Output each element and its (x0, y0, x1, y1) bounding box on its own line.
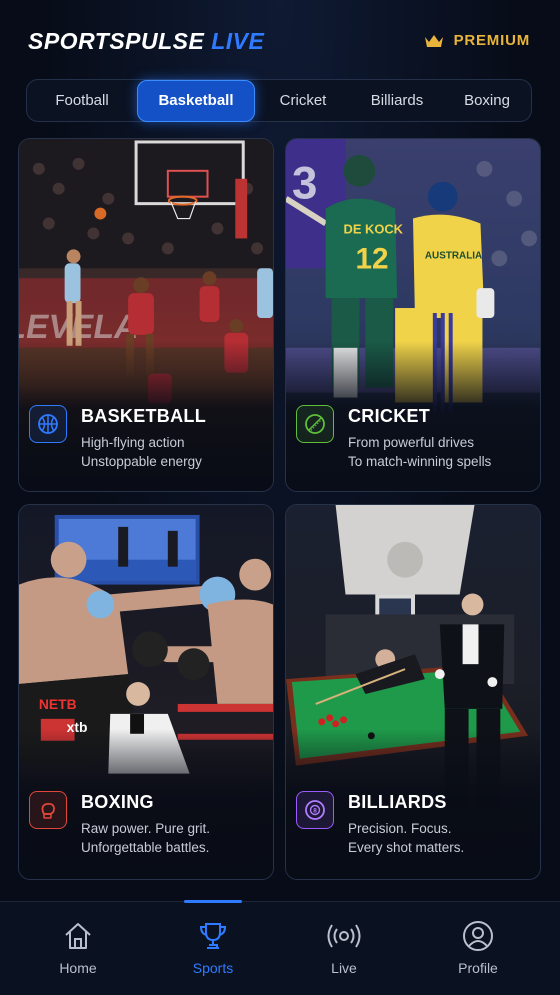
card-line-1: From powerful drives (348, 435, 475, 450)
active-nav-indicator (184, 900, 242, 903)
card-info: 8 BILLIARDS Precision. Focus. Every shot… (296, 791, 532, 857)
header: SPORTSPULSE LIVE PREMIUM (0, 0, 560, 80)
svg-text:8: 8 (313, 808, 317, 815)
sport-card-billiards[interactable]: 8 BILLIARDS Precision. Focus. Every shot… (285, 504, 541, 880)
logo-accent-text: LIVE (211, 28, 265, 54)
tab-label: Basketball (158, 92, 234, 109)
sport-tabs: Football Basketball Cricket Billiards Bo… (26, 79, 532, 122)
nav-label: Sports (192, 960, 234, 976)
nav-label: Home (59, 960, 97, 976)
card-title: BASKETBALL (81, 406, 206, 426)
card-info: BASKETBALL High-flying action Unstoppabl… (29, 405, 265, 471)
card-line-2: Every shot matters. (348, 840, 465, 855)
sport-card-cricket[interactable]: 3 DE KOCK 12 AUSTRALIA CRICKET From powe… (285, 138, 541, 492)
basketball-icon (29, 405, 67, 443)
card-subtitle: Precision. Focus. Every shot matters. (348, 819, 532, 857)
logo-main-text: SPORTSPULSE (28, 28, 205, 54)
card-subtitle: Raw power. Pure grit. Unforgettable batt… (81, 819, 265, 857)
nav-profile[interactable]: Profile (428, 920, 528, 976)
nav-live[interactable]: Live (294, 920, 394, 976)
sport-card-basketball[interactable]: LEVELA (18, 138, 274, 492)
premium-label: PREMIUM (453, 32, 530, 49)
card-line-1: Raw power. Pure grit. (81, 821, 211, 836)
nav-label: Live (331, 960, 357, 976)
svg-text:3: 3 (292, 158, 317, 209)
tab-billiards[interactable]: Billiards (351, 80, 443, 121)
tab-label: Cricket (279, 92, 327, 109)
premium-button[interactable]: PREMIUM (424, 32, 530, 49)
card-line-1: Precision. Focus. (348, 821, 452, 836)
nav-sports[interactable]: Sports (163, 920, 263, 976)
nav-label: Profile (458, 960, 498, 976)
tab-boxing[interactable]: Boxing (443, 80, 531, 121)
card-line-2: Unstoppable energy (81, 454, 202, 469)
tab-football[interactable]: Football (27, 80, 137, 121)
tab-label: Football (55, 92, 109, 109)
home-icon (65, 923, 91, 949)
card-title: BILLIARDS (348, 792, 447, 812)
svg-text:12: 12 (355, 242, 388, 275)
app-logo[interactable]: SPORTSPULSE LIVE (28, 28, 264, 55)
sport-card-boxing[interactable]: NETB xtb BOXING Raw power. Pure grit. Un… (18, 504, 274, 880)
tab-label: Billiards (370, 92, 424, 109)
card-subtitle: High-flying action Unstoppable energy (81, 433, 265, 471)
card-line-2: Unforgettable battles. (81, 840, 210, 855)
svg-text:DE KOCK: DE KOCK (344, 221, 404, 236)
card-title: BOXING (81, 792, 154, 812)
tab-basketball[interactable]: Basketball (137, 79, 255, 122)
eight-ball-icon: 8 (296, 791, 334, 829)
tab-label: Boxing (464, 92, 510, 109)
svg-text:NETB: NETB (39, 696, 77, 712)
card-line-2: To match-winning spells (348, 454, 492, 469)
card-info: BOXING Raw power. Pure grit. Unforgettab… (29, 791, 265, 857)
card-subtitle: From powerful drives To match-winning sp… (348, 433, 532, 471)
live-broadcast-icon (327, 924, 361, 948)
bottom-nav: Home Sports Live Profile (0, 900, 560, 995)
card-title: CRICKET (348, 406, 431, 426)
svg-text:AUSTRALIA: AUSTRALIA (425, 250, 482, 261)
trophy-icon (199, 923, 227, 949)
boxing-glove-icon (29, 791, 67, 829)
profile-icon (463, 921, 493, 951)
card-info: CRICKET From powerful drives To match-wi… (296, 405, 532, 471)
card-line-1: High-flying action (81, 435, 185, 450)
nav-home[interactable]: Home (28, 920, 128, 976)
crown-icon (424, 34, 443, 47)
app-screen: SPORTSPULSE LIVE PREMIUM Football Basket… (0, 0, 560, 995)
tab-cricket[interactable]: Cricket (255, 80, 351, 121)
cricket-ball-icon (296, 405, 334, 443)
